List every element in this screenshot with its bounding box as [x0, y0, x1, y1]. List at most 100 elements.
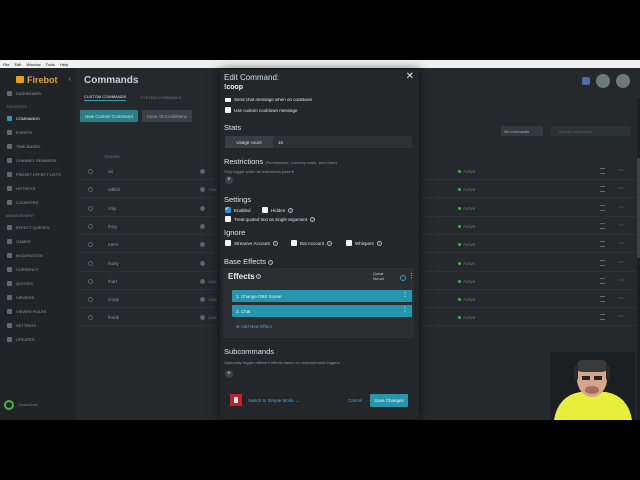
tab-custom-commands[interactable]: Custom Commands	[84, 94, 127, 101]
custom-cooldown-option[interactable]: Use custom cooldown message	[225, 107, 298, 113]
clear-cooldowns-button[interactable]: Clear All Cooldowns	[141, 110, 193, 122]
checkbox[interactable]	[225, 240, 231, 246]
row-menu-icon[interactable]: ⋯	[618, 313, 624, 320]
more-options-icon[interactable]: ⋮	[408, 272, 415, 280]
sidebar-item-preset-effect-lists[interactable]: Preset Effect Lists	[0, 167, 76, 181]
sidebar-item-moderation[interactable]: Moderation	[0, 248, 76, 262]
status-badge: Active	[458, 187, 475, 192]
sidebar-item-viewers[interactable]: Viewers	[0, 290, 76, 304]
sidebar-item-updates[interactable]: Updates	[0, 332, 76, 346]
save-changes-button[interactable]: Save Changes	[370, 394, 408, 407]
help-icon[interactable]: ?	[310, 216, 316, 222]
channel-rewards-icon	[7, 157, 12, 163]
row-menu-icon[interactable]: ⋯	[618, 222, 624, 229]
row-menu-icon[interactable]: ⋯	[618, 259, 624, 266]
drag-handle-icon[interactable]	[600, 222, 605, 229]
usage-count-input[interactable]: 16	[273, 136, 412, 148]
sidebar-item-dashboard[interactable]: Dashboard	[0, 86, 76, 100]
drag-handle-icon[interactable]	[600, 186, 605, 193]
sidebar-item-events[interactable]: Events	[0, 125, 76, 139]
quoted-text-label: Treat quoted text as single argument	[234, 216, 308, 222]
add-subcommand-icon[interactable]: +	[225, 370, 233, 378]
notification-bell-icon[interactable]	[582, 77, 590, 85]
streamer-avatar[interactable]	[596, 74, 610, 88]
drag-handle-icon[interactable]	[600, 168, 605, 174]
sidebar-item-commands[interactable]: Commands	[0, 111, 76, 125]
drag-handle-icon[interactable]	[600, 296, 605, 303]
row-menu-icon[interactable]: ⋯	[618, 240, 624, 247]
help-icon[interactable]: ?	[255, 274, 261, 280]
ignore-bot-option[interactable]: Bot Account ?	[291, 240, 333, 246]
command-filter-dropdown[interactable]: All commands	[501, 126, 543, 136]
search-input[interactable]: Search commands	[551, 126, 631, 136]
sidebar-item-label: Counters	[16, 199, 39, 205]
checkbox[interactable]	[262, 207, 268, 213]
cancel-button[interactable]: Cancel	[348, 398, 362, 403]
add-restriction-icon[interactable]: +	[225, 176, 233, 184]
effect-menu-icon[interactable]: ⋮	[402, 306, 408, 313]
queue-selector[interactable]: Queue Not set	[373, 272, 384, 281]
checkbox-checked[interactable]	[225, 206, 231, 213]
sidebar-item-channel-rewards[interactable]: Channel Rewards	[0, 153, 76, 167]
row-menu-icon[interactable]: ⋯	[618, 167, 624, 174]
effect-item[interactable]: 1. Change OBS Scene ⋮	[232, 290, 412, 302]
command-trigger: !coop	[108, 297, 120, 303]
help-icon[interactable]: ?	[327, 240, 333, 246]
checkbox[interactable]	[346, 240, 352, 246]
menu-file[interactable]: File	[3, 62, 9, 67]
sidebar-item-viewer-roles[interactable]: Viewer Roles	[0, 304, 76, 318]
sidebar-item-settings[interactable]: Settings	[0, 318, 76, 332]
drag-handle-icon[interactable]	[600, 314, 605, 321]
menu-window[interactable]: Window	[26, 62, 40, 67]
drag-handle-icon[interactable]	[600, 204, 605, 211]
cooldown-icon	[200, 169, 205, 174]
sidebar-item-games[interactable]: Games	[0, 234, 76, 248]
connections[interactable]: Connections	[4, 400, 37, 410]
hidden-option[interactable]: Hidden ?	[262, 207, 294, 213]
help-icon[interactable]: ?	[376, 240, 382, 246]
ignore-whispers-option[interactable]: Whispers ?	[346, 240, 382, 246]
menu-help[interactable]: Help	[60, 62, 68, 67]
drag-handle-icon[interactable]	[600, 259, 605, 266]
sidebar-item-counters[interactable]: Counters	[0, 195, 76, 209]
trigger-column-header[interactable]: Trigger	[104, 155, 120, 159]
checkbox[interactable]	[225, 107, 231, 113]
checkbox[interactable]	[291, 240, 297, 246]
ignore-streamer-option[interactable]: Streamer Account ?	[225, 240, 278, 246]
new-custom-command-button[interactable]: New Custom Command	[80, 110, 138, 122]
switch-simple-mode-link[interactable]: Switch to Simple Mode →	[248, 398, 300, 403]
cooldown-value: ?10s	[208, 187, 217, 193]
quoted-text-option[interactable]: Treat quoted text as single argument ?	[225, 216, 316, 222]
sidebar-item-hotkeys[interactable]: Hotkeys	[0, 181, 76, 195]
bot-avatar[interactable]	[616, 74, 630, 88]
sidebar-item-currency[interactable]: Currency	[0, 262, 76, 276]
sidebar-item-quotes[interactable]: Quotes	[0, 276, 76, 290]
row-menu-icon[interactable]: ⋯	[618, 204, 624, 211]
close-icon[interactable]: ✕	[406, 71, 414, 82]
drag-handle-icon[interactable]	[600, 241, 605, 248]
row-menu-icon[interactable]: ⋯	[618, 185, 624, 192]
sidebar-item-time-based[interactable]: Time-Based	[0, 139, 76, 153]
cooldown-message-option[interactable]: Send chat message when on cooldown	[225, 98, 312, 102]
row-menu-icon[interactable]: ⋯	[618, 277, 624, 284]
drag-handle-icon[interactable]	[600, 277, 605, 284]
menu-tools[interactable]: Tools	[46, 62, 55, 67]
effect-menu-icon[interactable]: ⋮	[402, 291, 408, 298]
help-icon[interactable]: ?	[268, 259, 274, 265]
restrictions-mode[interactable]: Only trigger when all restrictions pass …	[224, 169, 294, 174]
row-menu-icon[interactable]: ⋯	[618, 295, 624, 302]
checkbox[interactable]	[225, 98, 231, 102]
add-effect-circle-icon[interactable]	[400, 275, 406, 281]
menu-edit[interactable]: Edit	[14, 62, 21, 67]
modal-title: Edit Command:	[224, 73, 280, 82]
collapse-sidebar-icon[interactable]: ‹	[69, 76, 71, 83]
add-new-effect-link[interactable]: ⊕ Add New Effect	[236, 324, 272, 330]
delete-command-button[interactable]	[230, 394, 242, 406]
enabled-option[interactable]: Enabled	[225, 206, 251, 213]
effect-item[interactable]: 2. Chat ⋮	[232, 305, 412, 317]
tab-system-commands[interactable]: System Commands	[140, 95, 181, 100]
help-icon[interactable]: ?	[288, 207, 294, 213]
checkbox[interactable]	[225, 216, 231, 222]
sidebar-item-effect-queues[interactable]: Effect Queues	[0, 220, 76, 234]
help-icon[interactable]: ?	[272, 240, 278, 246]
